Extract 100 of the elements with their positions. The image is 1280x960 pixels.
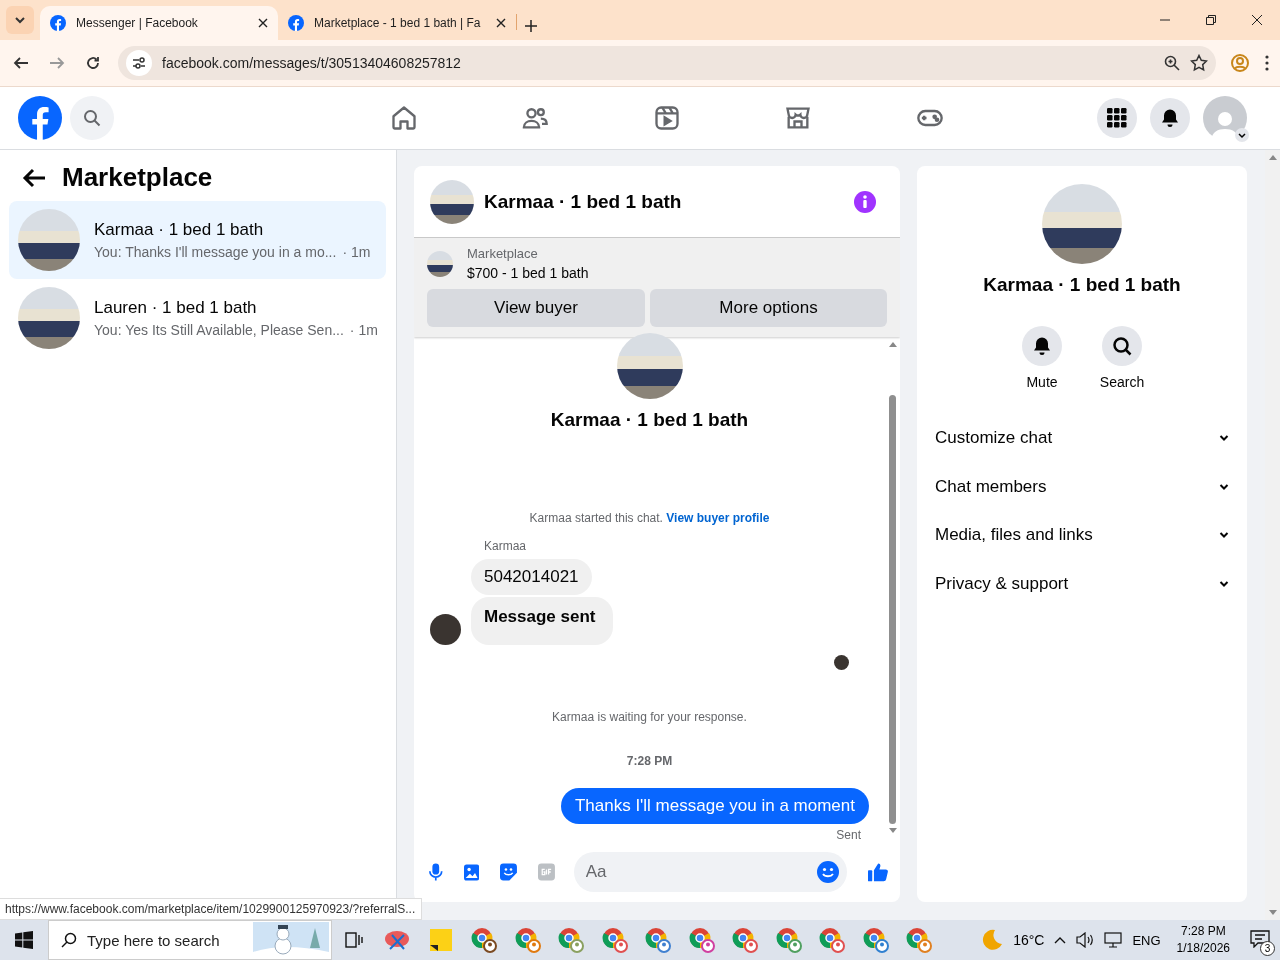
notifications-button[interactable] <box>1150 98 1190 138</box>
site-settings-icon[interactable] <box>132 56 146 70</box>
search-button[interactable] <box>1102 326 1142 366</box>
facebook-logo-icon[interactable] <box>288 15 304 31</box>
message-preview: You: Thanks I'll message you in a mo... <box>94 244 337 260</box>
facebook-logo-icon[interactable] <box>50 15 66 31</box>
scroll-up-icon[interactable] <box>888 341 897 347</box>
taskbar-search-field[interactable]: Type here to search <box>48 920 332 960</box>
close-icon[interactable] <box>496 18 506 28</box>
section-header[interactable]: Privacy & support <box>935 559 1229 608</box>
search-placeholder: Type here to search <box>87 931 220 949</box>
forward-icon[interactable] <box>49 55 65 71</box>
microphone-icon[interactable] <box>429 862 443 882</box>
section-title: Chat members <box>935 476 1047 497</box>
browser-profile-icon[interactable] <box>775 927 802 953</box>
conversation-name: Karmaa · 1 bed 1 bath <box>94 220 265 240</box>
conversation-name: Lauren · 1 bed 1 bath <box>94 298 258 318</box>
snipping-tool-icon[interactable] <box>384 929 411 951</box>
mute-button[interactable] <box>1022 326 1062 366</box>
browser-profile-icon[interactable] <box>514 927 541 953</box>
sender-name: Karmaa <box>484 539 528 553</box>
scroll-down-icon[interactable] <box>1268 910 1277 916</box>
browser-profile-icon[interactable] <box>688 927 715 953</box>
bookmark-star-icon[interactable] <box>1190 54 1208 72</box>
browser-profile-icon[interactable] <box>471 927 498 953</box>
listing-photo <box>427 250 453 277</box>
listing-label: Marketplace <box>467 246 539 261</box>
message-timestamp: 7:28 PM <box>625 754 674 768</box>
facebook-logo-icon[interactable] <box>18 96 62 140</box>
windows-start-icon[interactable] <box>15 931 33 949</box>
section-header[interactable]: Chat members <box>935 462 1229 511</box>
sticky-notes-icon[interactable] <box>429 929 452 951</box>
sender-avatar <box>430 614 461 645</box>
action-label: Search <box>1099 374 1145 390</box>
browser-tab[interactable]: Marketplace - 1 bed 1 bath | Fa <box>278 6 516 40</box>
task-view-icon[interactable] <box>344 932 363 948</box>
section-header[interactable]: Media, files and links <box>935 511 1229 560</box>
clock[interactable]: 7:28 PM 1/18/2026 <box>1176 923 1230 957</box>
listing-title: $700 - 1 bed 1 bath <box>467 265 589 281</box>
back-icon[interactable] <box>13 55 29 71</box>
profile-icon[interactable] <box>1230 53 1250 73</box>
thumbs-up-icon[interactable] <box>867 861 888 883</box>
browser-tab[interactable]: Messenger | Facebook <box>40 6 278 40</box>
reload-icon[interactable] <box>85 55 101 71</box>
menu-icon[interactable] <box>1264 54 1270 72</box>
chevron-down-icon <box>1219 579 1229 588</box>
speaker-icon[interactable] <box>1076 932 1095 948</box>
scroll-down-icon[interactable] <box>888 828 897 834</box>
section-header[interactable]: Customize chat <box>935 414 1229 463</box>
close-icon[interactable] <box>1252 15 1262 25</box>
chevron-down-icon <box>1219 482 1229 491</box>
section-title: Media, files and links <box>935 525 1093 546</box>
profile-name: Karmaa · 1 bed 1 bath <box>983 274 1181 296</box>
grid-icon <box>1107 108 1127 128</box>
system-message: Karmaa is waiting for your response. <box>551 710 748 724</box>
chevron-down-icon <box>1219 531 1229 540</box>
address-bar[interactable]: facebook.com/messages/t/30513404608257812 <box>118 46 1216 80</box>
new-tab-icon[interactable] <box>525 20 537 32</box>
conversation-item[interactable]: Lauren · 1 bed 1 bath You: Yes Its Still Available, Please Sen... · 1m <box>9 279 386 357</box>
action-button[interactable]: More options <box>650 289 887 327</box>
action-button[interactable]: View buyer <box>427 289 645 327</box>
browser-profile-icon[interactable] <box>819 927 846 953</box>
browser-profile-icon[interactable] <box>732 927 759 953</box>
bell-icon <box>1032 336 1052 356</box>
action-label: Mute <box>1026 374 1058 390</box>
back-arrow-icon[interactable] <box>22 167 46 188</box>
message-preview: You: Yes Its Still Available, Please Sen... <box>94 322 344 338</box>
read-receipt-avatar <box>834 655 849 670</box>
close-icon[interactable] <box>258 18 268 28</box>
browser-profile-icon[interactable] <box>906 927 933 953</box>
language-indicator[interactable]: ENG <box>1132 932 1161 948</box>
conversation-item[interactable]: Karmaa · 1 bed 1 bath You: Thanks I'll message you in a mo... · 1m <box>9 201 386 279</box>
chat-title: Karmaa · 1 bed 1 bath <box>484 190 683 213</box>
tab-search-button[interactable] <box>6 6 34 34</box>
chevron-up-icon[interactable] <box>1054 936 1067 944</box>
message-input[interactable]: Aa <box>573 852 847 892</box>
sticker-icon[interactable] <box>499 862 517 882</box>
menu-button[interactable] <box>1097 98 1137 138</box>
info-icon[interactable] <box>854 190 876 213</box>
search-icon <box>1112 336 1132 356</box>
page-scrollbar[interactable] <box>1265 150 1280 920</box>
zoom-icon[interactable] <box>1164 55 1180 71</box>
scroll-up-icon[interactable] <box>1268 154 1277 160</box>
browser-profile-icon[interactable] <box>558 927 585 953</box>
chevron-down-icon <box>14 14 26 26</box>
image-icon[interactable] <box>463 862 479 882</box>
browser-profile-icon[interactable] <box>862 927 889 953</box>
search-icon <box>61 932 77 948</box>
tab-title: Messenger | Facebook <box>76 16 199 30</box>
browser-profile-icon[interactable] <box>645 927 672 953</box>
section-title: Privacy & support <box>935 573 1069 594</box>
moon-icon <box>981 929 1004 951</box>
smiley-icon[interactable] <box>816 861 839 883</box>
url-text: facebook.com/messages/t/30513404608257812 <box>162 55 462 71</box>
restore-icon[interactable] <box>1206 15 1216 25</box>
search-icon <box>83 109 101 127</box>
chevron-down-icon[interactable] <box>1235 128 1249 142</box>
network-icon[interactable] <box>1104 932 1123 948</box>
view-buyer-profile-link[interactable]: View buyer profile <box>666 511 770 525</box>
browser-profile-icon[interactable] <box>601 927 628 953</box>
